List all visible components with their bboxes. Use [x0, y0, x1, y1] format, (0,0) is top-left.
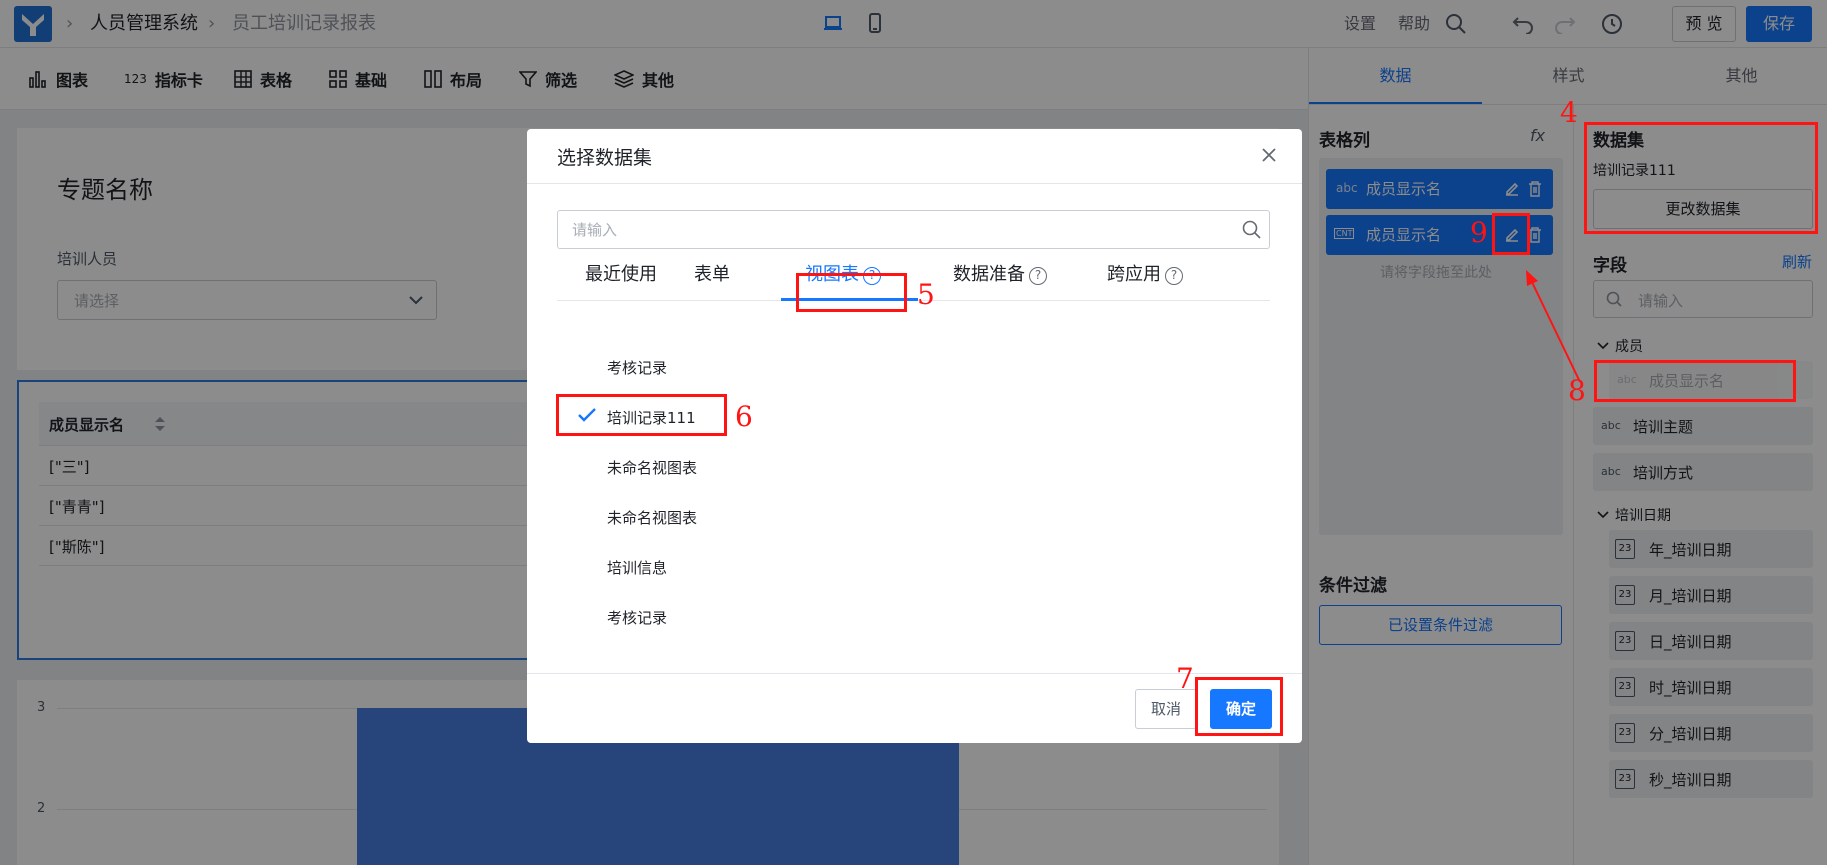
annotation-arrow — [1526, 270, 1581, 383]
